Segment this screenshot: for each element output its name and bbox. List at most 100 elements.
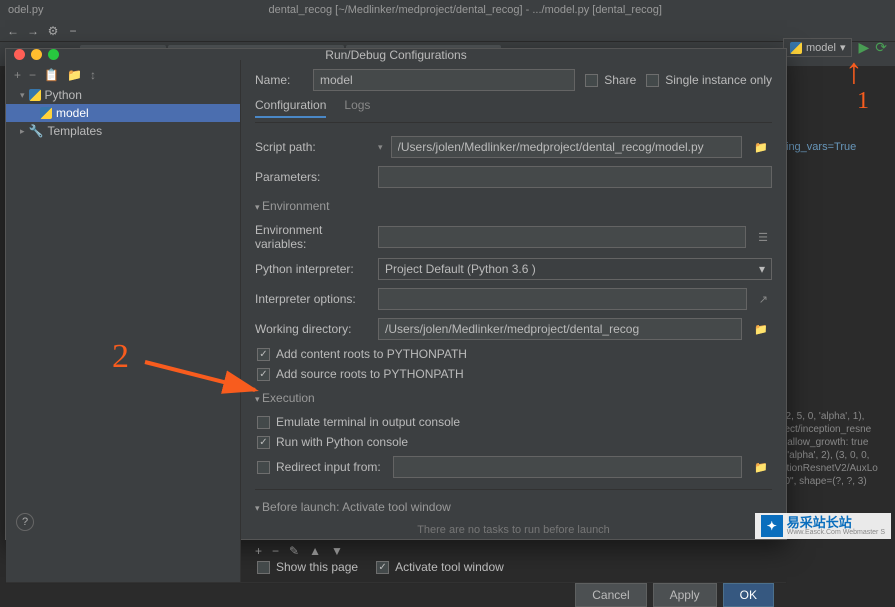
name-label: Name: [255, 73, 305, 87]
emulate-terminal-checkbox[interactable]: Emulate terminal in output console [255, 415, 772, 429]
dialog-footer: Cancel Apply OK [6, 582, 786, 607]
file-title: odel.py [8, 4, 43, 16]
ok-button[interactable]: OK [723, 583, 774, 607]
execution-section[interactable]: Execution [255, 387, 772, 409]
main-toolbar: ← → ⚙ − [0, 20, 895, 42]
watermark-cn: 易采站长站 [787, 516, 885, 529]
env-vars-label: Environment variables: [255, 223, 370, 251]
run-config-dropdown[interactable]: model ▾ [783, 38, 853, 57]
chevron-down-icon: ▾ [759, 262, 765, 276]
before-launch-area: Before launch: Activate tool window Ther… [255, 489, 772, 574]
back-icon[interactable]: ← [6, 24, 20, 38]
redirect-input-field[interactable] [393, 456, 742, 478]
chevron-down-icon: ▾ [20, 90, 25, 101]
list-icon[interactable]: ☰ [754, 231, 772, 244]
checkbox[interactable] [257, 368, 270, 381]
editor-background-code: ssing_vars=True [775, 140, 895, 156]
expand-icon[interactable]: ↗ [755, 293, 772, 306]
config-form-panel: Name: Share Single instance only Configu… [241, 60, 786, 582]
close-window-icon[interactable] [14, 49, 25, 60]
tree-node-model[interactable]: model [6, 104, 240, 122]
tree-node-templates[interactable]: ▸ 🔧 Templates [6, 122, 240, 140]
parameters-input[interactable] [378, 166, 772, 188]
activate-tool-window-checkbox[interactable]: Activate tool window [374, 560, 504, 574]
dialog-title: Run/Debug Configurations [325, 48, 466, 62]
interpreter-value: Project Default (Python 3.6 ) [385, 262, 536, 276]
forward-icon[interactable]: → [26, 24, 40, 38]
run-button[interactable]: ▶ [858, 39, 869, 56]
dialog-titlebar: Run/Debug Configurations [6, 49, 786, 60]
apply-button[interactable]: Apply [653, 583, 717, 607]
run-config-label: model [806, 42, 836, 54]
down-icon[interactable]: ▼ [331, 544, 343, 558]
checkbox[interactable] [376, 561, 389, 574]
checkbox[interactable] [257, 348, 270, 361]
chevron-down-icon: ▾ [840, 41, 846, 54]
python-icon [790, 42, 802, 54]
before-launch-section[interactable]: Before launch: Activate tool window [255, 496, 772, 518]
remove-icon[interactable]: − [272, 544, 279, 558]
add-icon[interactable]: + [14, 68, 21, 82]
tab-configuration[interactable]: Configuration [255, 98, 326, 118]
inner-tabs: Configuration Logs [255, 98, 772, 123]
expand-icon[interactable]: ↕ [90, 68, 96, 82]
interpreter-opts-label: Interpreter options: [255, 292, 370, 306]
chevron-right-icon: ▸ [20, 126, 25, 137]
name-input[interactable] [313, 69, 575, 91]
share-checkbox-row[interactable]: Share [583, 73, 636, 87]
settings-icon[interactable]: ⚙ [46, 24, 60, 38]
interpreter-label: Python interpreter: [255, 262, 370, 276]
redirect-input-checkbox[interactable]: Redirect input from: [255, 460, 385, 474]
config-tree-panel: + − 📋 📁 ↕ ▾ Python model ▸ 🔧 Templates [6, 60, 241, 582]
add-icon[interactable]: + [255, 544, 262, 558]
browse-icon[interactable]: 📁 [750, 461, 772, 474]
edit-icon[interactable]: ✎ [289, 544, 299, 558]
copy-icon[interactable]: 📋 [44, 68, 59, 82]
add-content-roots-checkbox[interactable]: Add content roots to PYTHONPATH [255, 347, 772, 361]
browse-icon[interactable]: 📁 [750, 323, 772, 336]
add-source-roots-checkbox[interactable]: Add source roots to PYTHONPATH [255, 367, 772, 381]
minimize-window-icon[interactable] [31, 49, 42, 60]
watermark: ✦ 易采站长站 Www.Easck.Com Webmaster S [755, 513, 891, 539]
breadcrumb: dental_recog [~/Medlinker/medproject/den… [43, 4, 887, 16]
run-debug-configurations-dialog: Run/Debug Configurations + − 📋 📁 ↕ ▾ Pyt… [5, 48, 787, 540]
run-config-selector-area: model ▾ ▶ ⟳ [783, 38, 887, 57]
window-controls [14, 49, 59, 60]
debug-button[interactable]: ⟳ [875, 39, 887, 56]
workdir-input[interactable] [378, 318, 742, 340]
checkbox[interactable] [646, 74, 659, 87]
tree-node-python[interactable]: ▾ Python [6, 86, 240, 104]
window-titlebar: odel.py dental_recog [~/Medlinker/medpro… [0, 0, 895, 20]
workdir-label: Working directory: [255, 322, 370, 336]
help-icon[interactable]: ? [16, 513, 34, 531]
tab-logs[interactable]: Logs [344, 98, 370, 118]
folder-icon[interactable]: 📁 [67, 68, 82, 82]
show-this-page-checkbox[interactable]: Show this page [255, 560, 358, 574]
checkbox[interactable] [257, 561, 270, 574]
python-icon [40, 107, 52, 119]
browse-icon[interactable]: 📁 [750, 141, 772, 154]
checkbox[interactable] [257, 416, 270, 429]
interpreter-opts-input[interactable] [378, 288, 747, 310]
wrench-icon: 🔧 [29, 124, 44, 138]
tree-label: model [56, 106, 89, 120]
checkbox[interactable] [257, 436, 270, 449]
cancel-button[interactable]: Cancel [575, 583, 646, 607]
parameters-label: Parameters: [255, 170, 370, 184]
environment-section[interactable]: Environment [255, 195, 772, 217]
minus-icon[interactable]: − [66, 24, 80, 38]
maximize-window-icon[interactable] [48, 49, 59, 60]
script-path-input[interactable] [391, 136, 743, 158]
tree-label: Python [45, 88, 82, 102]
run-with-python-console-checkbox[interactable]: Run with Python console [255, 435, 772, 449]
single-instance-checkbox-row[interactable]: Single instance only [644, 73, 772, 87]
up-icon[interactable]: ▲ [309, 544, 321, 558]
interpreter-dropdown[interactable]: Project Default (Python 3.6 ) ▾ [378, 258, 772, 280]
remove-icon[interactable]: − [29, 68, 36, 82]
watermark-en: Www.Easck.Com Webmaster S [787, 529, 885, 536]
chevron-down-icon[interactable]: ▾ [378, 142, 383, 153]
env-vars-input[interactable] [378, 226, 746, 248]
checkbox[interactable] [257, 461, 270, 474]
checkbox[interactable] [585, 74, 598, 87]
tree-toolbar: + − 📋 📁 ↕ [6, 64, 240, 86]
